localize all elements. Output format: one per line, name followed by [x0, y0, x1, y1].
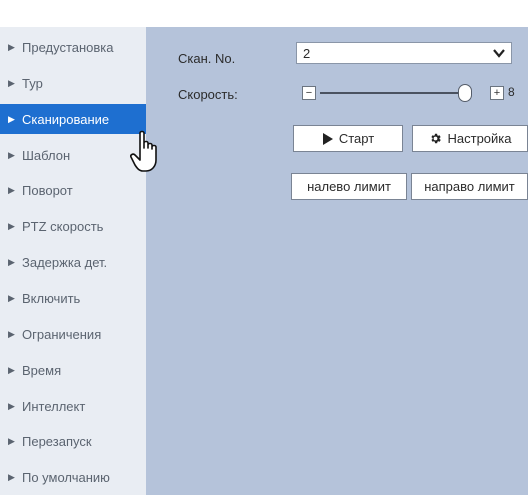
setup-button[interactable]: Настройка — [412, 125, 528, 152]
sidebar-item-tour[interactable]: ▶ Тур — [0, 68, 146, 98]
scan-no-select[interactable]: 2 — [296, 42, 512, 64]
sidebar-item-label: Предустановка — [22, 39, 114, 55]
sidebar-item-label: Перезапуск — [22, 433, 92, 449]
sidebar-item-label: Интеллект — [22, 398, 86, 414]
sidebar-item-label: Тур — [22, 75, 43, 91]
left-limit-button[interactable]: налево лимит — [291, 173, 407, 200]
sidebar-item-label: Задержка дет. — [22, 254, 108, 270]
ptz-sidebar: ▶ Предустановка ▶ Тур ▶ Сканирование ▶ Шабло… — [0, 27, 146, 495]
sidebar-item-label: Включить — [22, 290, 81, 306]
hand-pointer-icon — [130, 130, 157, 172]
sidebar-item-pattern[interactable]: ▶ Шаблон — [0, 140, 146, 170]
scan-no-label: Скан. No. — [178, 51, 236, 66]
sidebar-item-time[interactable]: ▶ Время — [0, 355, 146, 385]
sidebar-item-pan[interactable]: ▶ Поворот — [0, 175, 146, 205]
scan-settings-panel: Скан. No. 2 Скорость: − + 8 Старт Настро… — [146, 27, 528, 495]
sidebar-item-label: PTZ скорость — [22, 218, 104, 234]
chevron-down-icon — [493, 49, 505, 58]
sidebar-item-enable[interactable]: ▶ Включить — [0, 283, 146, 313]
sidebar-item-preset[interactable]: ▶ Предустановка — [0, 32, 146, 62]
triangle-right-icon: ▶ — [8, 400, 15, 411]
gear-icon — [430, 133, 441, 144]
sidebar-item-label: По умолчанию — [22, 469, 110, 485]
sidebar-item-delay[interactable]: ▶ Задержка дет. — [0, 247, 146, 277]
scan-no-value: 2 — [303, 45, 311, 61]
speed-decrease-button[interactable]: − — [302, 86, 316, 100]
sidebar-item-label: Шаблон — [22, 147, 71, 163]
triangle-right-icon: ▶ — [8, 471, 15, 482]
sidebar-item-scan[interactable]: ▶ Сканирование — [0, 104, 146, 134]
sidebar-item-limits[interactable]: ▶ Ограничения — [0, 319, 146, 349]
start-button[interactable]: Старт — [293, 125, 403, 152]
triangle-right-icon: ▶ — [8, 41, 15, 52]
sidebar-item-label: Поворот — [22, 182, 73, 198]
speed-value: 8 — [508, 85, 515, 99]
speed-slider-thumb[interactable] — [458, 84, 472, 102]
triangle-right-icon: ▶ — [8, 149, 15, 160]
triangle-right-icon: ▶ — [8, 256, 15, 267]
speed-slider[interactable]: − + 8 — [302, 82, 522, 104]
triangle-right-icon: ▶ — [8, 435, 15, 446]
sidebar-item-default[interactable]: ▶ По умолчанию — [0, 462, 146, 492]
sidebar-item-label: Сканирование — [22, 111, 110, 127]
sidebar-item-label: Время — [22, 362, 62, 378]
sidebar-item-restart[interactable]: ▶ Перезапуск — [0, 426, 146, 456]
triangle-right-icon: ▶ — [8, 328, 15, 339]
triangle-right-icon: ▶ — [8, 77, 15, 88]
sidebar-item-intellect[interactable]: ▶ Интеллект — [0, 391, 146, 421]
speed-label: Скорость: — [178, 87, 238, 102]
triangle-right-icon: ▶ — [8, 292, 15, 303]
sidebar-item-label: Ограничения — [22, 326, 102, 342]
play-icon — [322, 132, 333, 145]
triangle-right-icon: ▶ — [8, 184, 15, 195]
speed-slider-track — [320, 92, 466, 94]
right-limit-button[interactable]: направо лимит — [411, 173, 528, 200]
triangle-right-icon: ▶ — [8, 113, 15, 124]
sidebar-item-ptz-speed[interactable]: ▶ PTZ скорость — [0, 211, 146, 241]
speed-increase-button[interactable]: + — [490, 86, 504, 100]
triangle-right-icon: ▶ — [8, 364, 15, 375]
triangle-right-icon: ▶ — [8, 220, 15, 231]
